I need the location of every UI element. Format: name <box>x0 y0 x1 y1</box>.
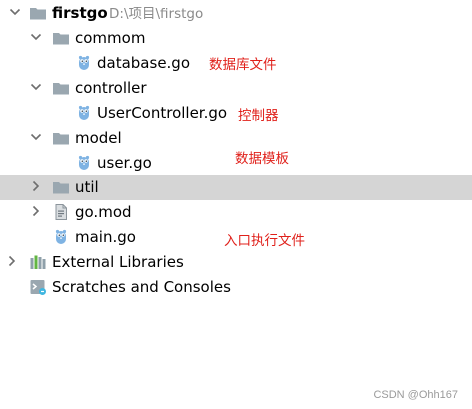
folder-icon <box>29 4 47 22</box>
annotation-controller: 控制器 <box>238 108 279 124</box>
chevron-down-icon[interactable] <box>29 130 43 144</box>
file-label: user.go <box>97 154 152 172</box>
chevron-down-icon[interactable] <box>29 30 43 44</box>
tree-row-firstgo[interactable]: firstgo D:\项目\firstgo <box>0 1 472 26</box>
folder-label: controller <box>75 79 147 97</box>
folder-label: util <box>75 178 99 196</box>
chevron-right-icon[interactable] <box>29 204 43 218</box>
tree-label: External Libraries <box>52 253 184 271</box>
project-path: D:\项目\firstgo <box>109 6 204 22</box>
annotation-model: 数据模板 <box>235 151 289 167</box>
project-name: firstgo <box>52 4 108 22</box>
folder-icon <box>52 178 70 196</box>
library-icon <box>29 253 47 271</box>
go-file-icon <box>75 54 93 72</box>
tree-row-usercontroller-go[interactable]: UserController.go <box>0 101 472 126</box>
folder-icon <box>52 79 70 97</box>
folder-icon <box>52 129 70 147</box>
chevron-down-icon[interactable] <box>8 5 22 19</box>
scratches-icon <box>29 278 47 296</box>
watermark: CSDN @Ohh167 <box>373 389 458 401</box>
chevron-right-icon[interactable] <box>5 254 19 268</box>
chevron-right-icon[interactable] <box>29 179 43 193</box>
file-label: database.go <box>97 54 191 72</box>
go-file-icon <box>75 154 93 172</box>
chevron-down-icon[interactable] <box>29 80 43 94</box>
tree-row-commom[interactable]: commom <box>0 26 472 51</box>
tree-row-go-mod[interactable]: go.mod <box>0 200 472 225</box>
file-label: go.mod <box>75 203 132 221</box>
tree-row-util[interactable]: util <box>0 175 472 200</box>
go-file-icon <box>75 104 93 122</box>
folder-icon <box>52 29 70 47</box>
folder-label: model <box>75 129 122 147</box>
tree-row-external-libraries[interactable]: External Libraries <box>0 250 472 275</box>
go-mod-file-icon <box>52 203 70 221</box>
tree-row-model[interactable]: model <box>0 126 472 151</box>
folder-label: commom <box>75 29 146 47</box>
tree-row-scratches-and-consoles[interactable]: Scratches and Consoles <box>0 275 472 300</box>
file-label: UserController.go <box>97 104 228 122</box>
annotation-database: 数据库文件 <box>209 57 277 73</box>
tree-label: Scratches and Consoles <box>52 278 231 296</box>
tree-row-controller[interactable]: controller <box>0 76 472 101</box>
go-file-icon <box>52 228 70 246</box>
file-label: main.go <box>75 228 136 246</box>
annotation-main: 入口执行文件 <box>224 233 305 249</box>
